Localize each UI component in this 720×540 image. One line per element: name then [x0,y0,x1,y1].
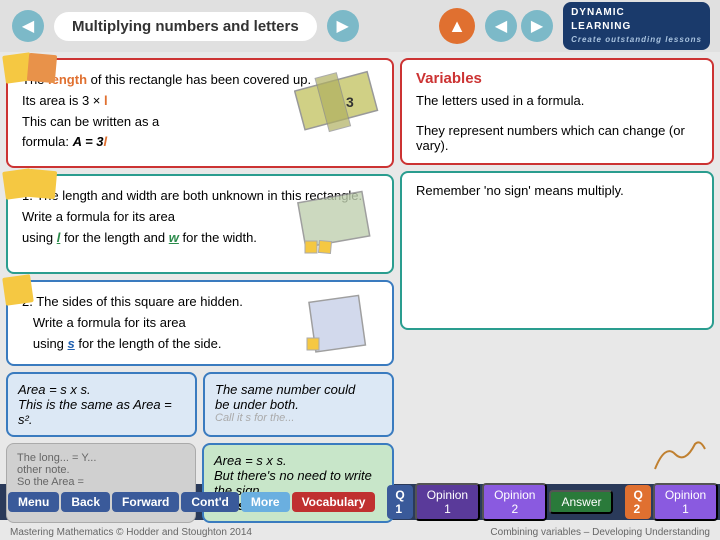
more-button[interactable]: More [241,492,290,512]
credit-left: Mastering Mathematics © Hodder and Stoug… [10,527,252,538]
right-column: Variables The letters used in a formula.… [400,52,720,484]
p2-sketch [302,290,382,358]
sticky-note-4 [27,169,57,199]
main-content: The length of this rectangle has been co… [0,52,720,484]
q1-opinion2-button[interactable]: Opinion 2 [482,483,547,521]
formula-box-2: The same number could be under both. Cal… [203,372,394,437]
q2-label: Q 2 [625,485,650,519]
sticky-note-5 [2,274,34,306]
intro-text-2: of this rectangle has been covered up. [87,72,311,87]
variables-text2: They represent numbers which can change … [416,123,698,153]
p1-using: using [22,230,57,245]
p1-write: Write a formula for its area [22,209,175,224]
remember-text: Remember 'no sign' means multiply. [416,183,698,198]
formula-1-line1: Area = s x s. [18,382,185,397]
formula-3-line3: So the Area = [17,476,185,488]
p2-text: 2. The sides of this square are hidden. [22,294,243,309]
formula-3-line2: other note. [17,464,185,476]
formula-box-1: Area = s x s. This is the same as Area =… [6,372,197,437]
variables-title: Variables [416,70,698,87]
p1-w: w [169,230,179,245]
formula-2-line2: be under both. [215,397,382,412]
vocabulary-button[interactable]: Vocabulary [292,492,376,512]
svg-text:3: 3 [346,94,354,110]
forward-button[interactable]: Forward [112,492,179,512]
intro-area-text: Its area is 3 × [22,93,104,108]
intro-formula-val: A = 3 [73,134,104,149]
logo-line2: LEARNING [571,20,702,34]
logo-tagline: Create outstanding lessons [571,34,702,45]
formula-2-line3: Call it s for the... [215,412,382,424]
formula-4-line1: Area = s x s. [214,453,382,468]
header-right-nav: ◀ ▶ [483,10,555,42]
p1-for: for the length and [60,230,168,245]
p1-sketch [297,186,382,264]
header: ◀ Multiplying numbers and letters ▶ ▲ ◀ … [0,0,720,52]
rectangle-sketch: 3 [294,65,384,143]
intro-formula-label: formula: [22,134,73,149]
next-arrow[interactable]: ▶ [327,10,359,42]
problem-1-box: 1. The length and width are both unknown… [6,174,394,274]
p2-s: s [68,336,75,351]
signature-area [400,336,714,479]
sticky-note-2 [27,53,57,83]
intro-l: l [104,93,108,108]
p2-for: for the length of the side. [75,336,222,351]
formula-row-1: Area = s x s. This is the same as Area =… [6,372,394,437]
intro-formula-l: l [104,134,108,149]
menu-button[interactable]: Menu [8,492,59,512]
left-column: The length of this rectangle has been co… [0,52,400,484]
formula-1-line2: This is the same as Area = s². [18,397,185,427]
variables-box: Variables The letters used in a formula.… [400,58,714,165]
intro-box: The length of this rectangle has been co… [6,58,394,168]
p2-write: Write a formula for its area [22,315,186,330]
p2-using: using [22,336,68,351]
formula-3-line1: The long... = Y... [17,452,185,464]
right-prev-arrow[interactable]: ◀ [485,10,517,42]
q1-answer-button[interactable]: Answer [549,490,613,514]
p1-for-width: for the width. [179,230,257,245]
intro-written-text: This can be written as a [22,114,159,129]
logo: DYNAMIC LEARNING Create outstanding less… [563,2,710,49]
q1-label: Q 1 [387,485,412,519]
center-icon: ▲ [439,8,475,44]
q2-opinion1-button[interactable]: Opinion 1 [653,483,718,521]
credit-right: Combining variables – Developing Underst… [490,527,710,538]
back-button[interactable]: Back [61,492,110,512]
right-next-arrow[interactable]: ▶ [521,10,553,42]
logo-line1: DYNAMIC [571,6,702,20]
q1-opinion1-button[interactable]: Opinion 1 [415,483,480,521]
formula-2-line1: The same number could [215,382,382,397]
remember-box: Remember 'no sign' means multiply. [400,171,714,330]
problem-2-box: 2. The sides of this square are hidden. … [6,280,394,366]
page-title: Multiplying numbers and letters [54,12,317,41]
credit-bar: Mastering Mathematics © Hodder and Stoug… [0,525,720,540]
variables-text1: The letters used in a formula. [416,93,698,108]
signature-svg [650,434,710,474]
prev-arrow[interactable]: ◀ [12,10,44,42]
contd-button[interactable]: Cont'd [181,492,239,512]
